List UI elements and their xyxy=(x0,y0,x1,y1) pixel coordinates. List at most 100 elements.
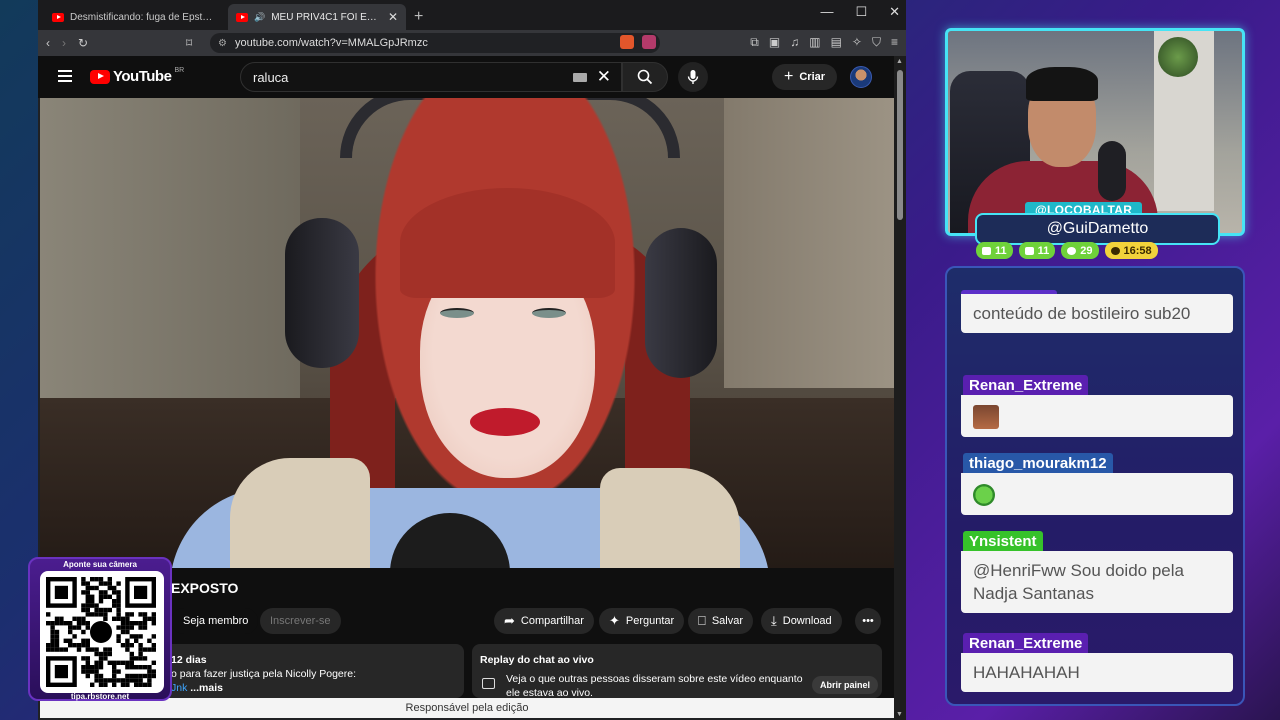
twitch-count: 11 xyxy=(995,244,1007,257)
video-headphone xyxy=(645,228,717,378)
music-icon[interactable]: ♫ xyxy=(790,35,799,50)
youtube-favicon-icon xyxy=(52,12,64,22)
close-tab-icon[interactable]: ✕ xyxy=(388,10,398,24)
chat-replay-title: Replay do chat ao vivo xyxy=(480,654,594,666)
share-button[interactable]: ➦ Compartilhar xyxy=(494,608,594,634)
chat-username: Ynsistent xyxy=(963,531,1043,551)
speaker-icon[interactable]: 🔊 xyxy=(254,12,265,23)
video-headphone xyxy=(285,218,359,368)
minimize-icon[interactable]: — xyxy=(820,4,833,20)
keyboard-icon[interactable] xyxy=(573,73,587,82)
menu-icon[interactable]: ≡ xyxy=(891,35,898,50)
youtube-viewers: 11 xyxy=(1018,242,1056,259)
sidebar-icon[interactable]: ▥ xyxy=(809,35,820,50)
chat-username: Renan_Extreme xyxy=(963,375,1089,395)
scroll-thumb[interactable] xyxy=(897,70,903,220)
kick-viewers: 29 xyxy=(1061,242,1099,259)
back-icon[interactable]: ‹ xyxy=(46,36,50,50)
create-button[interactable]: + Criar xyxy=(772,64,838,90)
chat-username: Renan_Extreme xyxy=(963,633,1089,653)
qr-code-pattern xyxy=(46,577,156,687)
url-text: youtube.com/watch?v=MMALGpJRmzc xyxy=(234,37,428,49)
kick-icon xyxy=(1067,246,1077,255)
description-link[interactable]: Jnk xyxy=(171,682,187,694)
download-icon: ⤓ xyxy=(771,613,777,628)
chat-overlay: conteúdo de bostileiro sub20 Renan_Extre… xyxy=(945,266,1245,706)
search-button[interactable] xyxy=(622,62,668,92)
stream-clock: 16:58 xyxy=(1104,242,1158,259)
share-label: Compartilhar xyxy=(520,615,584,627)
more-actions-button[interactable]: ••• xyxy=(855,608,881,634)
join-label: Seja membro xyxy=(183,615,249,627)
rewards-icon[interactable] xyxy=(642,35,656,49)
video-player[interactable] xyxy=(40,98,894,568)
more-link[interactable]: ...mais xyxy=(190,682,223,694)
bookmark-icon[interactable]: ⌑ xyxy=(186,36,192,50)
chat-message: HAHAHAHAH xyxy=(961,653,1233,692)
video-vest xyxy=(230,458,370,568)
qr-code xyxy=(40,571,164,693)
scroll-up-icon[interactable]: ▲ xyxy=(896,58,903,65)
tab-video[interactable]: 🔊 MEU PRIV4C1 FOI EXPOSTO - YouTube ✕ xyxy=(228,4,406,30)
reload-icon[interactable]: ↻ xyxy=(78,36,88,50)
url-field[interactable]: ⚙ youtube.com/watch?v=MMALGpJRmzc xyxy=(210,33,660,53)
youtube-header: YouTube BR raluca ✕ + Criar xyxy=(38,56,894,98)
account-avatar[interactable] xyxy=(850,66,872,88)
ask-button[interactable]: ✦ Perguntar xyxy=(599,608,685,634)
camera-microphone xyxy=(1098,141,1126,201)
close-window-icon[interactable]: ✕ xyxy=(889,4,900,20)
qr-footer: tipa.rbstore.net xyxy=(70,692,130,701)
green-emote-icon xyxy=(973,483,995,506)
chat-replay-box: Replay do chat ao vivo Veja o que outras… xyxy=(472,644,882,699)
share-icon: ➦ xyxy=(504,613,515,628)
chat-message-text: conteúdo de bostileiro sub20 xyxy=(973,304,1191,323)
tab-epstein[interactable]: Desmistificando: fuga de Epstein da pris… xyxy=(44,4,222,30)
forward-icon[interactable]: › xyxy=(62,36,66,50)
site-info-icon[interactable]: ⚙ xyxy=(218,38,227,49)
youtube-count: 11 xyxy=(1037,244,1050,257)
youtube-logo[interactable]: YouTube BR xyxy=(90,67,184,85)
extensions-icon[interactable]: ⧉ xyxy=(750,35,759,50)
upload-date: 12 dias xyxy=(171,654,207,666)
clear-search-icon[interactable]: ✕ xyxy=(597,67,611,87)
video-background xyxy=(40,98,300,428)
vpn-icon[interactable]: ⛉ xyxy=(872,35,881,50)
wallet-icon[interactable]: ▤ xyxy=(831,35,842,50)
chat-bubble-icon xyxy=(482,678,495,689)
clock-time: 16:58 xyxy=(1123,244,1152,257)
bookmark-save-icon: ⎕ xyxy=(698,613,706,628)
page-scrollbar[interactable]: ▲ ▼ xyxy=(894,56,906,720)
scroll-down-icon[interactable]: ▼ xyxy=(896,711,903,718)
streamer-name: @GuiDametto xyxy=(975,213,1220,245)
kick-count: 29 xyxy=(1080,244,1093,257)
ask-label: Perguntar xyxy=(625,615,675,627)
new-tab-button[interactable]: + xyxy=(406,8,431,30)
video-title: EXPOSTO xyxy=(171,580,239,596)
extensions-area: ⧉ ▣ ♫ ▥ ▤ ✧ ⛉ ≡ xyxy=(750,35,898,50)
screenshot-icon[interactable]: ▣ xyxy=(769,35,780,50)
youtube-favicon-icon xyxy=(236,12,248,22)
save-button[interactable]: ⎕ Salvar xyxy=(688,608,753,634)
join-button[interactable]: Seja membro xyxy=(171,608,259,634)
voice-search-button[interactable] xyxy=(678,62,708,92)
chat-message: @HenriFww Sou doido pela Nadja Santanas xyxy=(961,551,1233,613)
search-icon xyxy=(637,69,653,85)
video-eye xyxy=(440,308,474,318)
shield-badges xyxy=(620,35,656,49)
qr-caption: Aponte sua câmera xyxy=(63,560,137,569)
leo-icon[interactable]: ✧ xyxy=(852,35,862,50)
brave-shield-icon[interactable] xyxy=(620,35,634,49)
search-value: raluca xyxy=(253,69,289,85)
stream-stats: 11 11 29 16:58 xyxy=(976,242,1158,259)
plus-icon: + xyxy=(784,68,794,85)
hamburger-menu-icon[interactable] xyxy=(58,70,72,85)
search-input[interactable]: raluca ✕ xyxy=(240,62,622,92)
chat-username: thiago_mourakm12 xyxy=(963,453,1113,473)
twitch-icon xyxy=(982,246,991,255)
maximize-icon[interactable]: ☐ xyxy=(855,4,867,20)
video-vest xyxy=(600,468,740,568)
open-panel-button[interactable]: Abrir painel xyxy=(812,676,879,694)
youtube-play-icon xyxy=(90,69,110,84)
download-button[interactable]: ⤓ Download xyxy=(761,608,842,634)
subscribe-button[interactable]: Inscrever-se xyxy=(260,608,341,634)
